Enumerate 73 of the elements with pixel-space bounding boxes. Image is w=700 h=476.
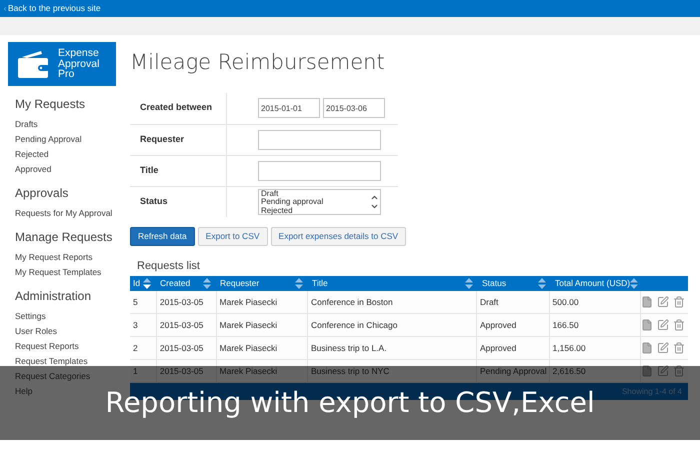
table-cell: 2,616.50 (552, 364, 586, 378)
table-cell: Approved (480, 318, 516, 332)
date-field[interactable]: 2015-03-06 (323, 98, 385, 118)
sidebar-heading: Approvals (15, 185, 70, 202)
sidebar-item[interactable]: Requests for My Approval (15, 206, 130, 221)
logo-text: Pro (58, 69, 74, 80)
sidebar-item[interactable]: Approved (15, 162, 130, 177)
table-cell: Marek Piasecki (220, 342, 278, 354)
table-cell: 500.00 (552, 296, 579, 308)
listbox-option[interactable]: Draft (261, 190, 324, 198)
table-title: Requests list (137, 258, 201, 274)
table-cell: Marek Piasecki (220, 318, 278, 332)
table-cell: Business trip to NYC (310, 364, 390, 378)
sidebar-item[interactable]: Rejected (15, 147, 130, 162)
table-cell: 3 (133, 318, 138, 332)
sidebar-item[interactable]: Drafts (15, 117, 130, 132)
table-cell: 2 (133, 342, 138, 354)
table-cell: Marek Piasecki (220, 296, 278, 308)
column-header[interactable]: Title (312, 277, 328, 290)
table-cell: Conference in Chicago (310, 318, 398, 332)
column-header[interactable]: Id (133, 277, 140, 290)
back-link[interactable]: Back to the previous site (8, 2, 101, 15)
table-cell: 1 (133, 364, 138, 378)
table-cell: Approved (480, 342, 516, 354)
table-cell: Conference in Boston (310, 296, 393, 308)
pager-summary: Showing 1-4 of 4 (622, 386, 682, 398)
back-icon (2, 6, 8, 12)
file-icon[interactable] (641, 365, 654, 377)
table-cell: 2015-03-05 (160, 364, 204, 378)
app-logo[interactable]: Expense Approval Pro (8, 42, 116, 86)
action-button[interactable]: Export expenses details to CSV (270, 226, 406, 246)
listbox-option[interactable]: Pending approval (261, 198, 324, 206)
sidebar-item[interactable]: Request Reports (15, 339, 130, 354)
table-cell: 1,156.00 (552, 342, 586, 354)
table-cell: 2015-03-05 (160, 342, 204, 354)
sidebar-heading: Administration (15, 288, 92, 305)
status-listbox[interactable]: Draft Pending approval Rejected (258, 188, 381, 214)
action-button[interactable]: Refresh data (130, 226, 195, 246)
filter-label: Status (140, 194, 168, 208)
sidebar-item[interactable]: My Request Templates (15, 265, 130, 280)
table-cell: Business trip to L.A. (310, 342, 387, 354)
table-cell: Marek Piasecki (220, 364, 278, 378)
sidebar-item[interactable]: Request Templates (15, 354, 130, 369)
sidebar-item[interactable]: Settings (15, 309, 130, 324)
table-cell: Pending Approval (480, 364, 547, 378)
wallet-icon (17, 49, 51, 79)
column-header[interactable]: Status (482, 277, 506, 290)
filter-label: Title (140, 164, 158, 177)
table-cell: 166.50 (552, 318, 579, 332)
sidebar-heading: My Requests (15, 96, 86, 113)
table-cell: 5 (133, 296, 138, 308)
column-header[interactable]: Requester (220, 277, 260, 290)
column-header[interactable]: Total Amount (USD) (555, 277, 630, 290)
filter-label: Created between (140, 101, 212, 114)
sidebar-heading: Manage Requests (15, 229, 114, 246)
table-cell: 2015-03-05 (160, 318, 204, 332)
logo-text: Approval (58, 58, 100, 70)
table-cell: 2015-03-05 (160, 296, 204, 308)
date-field[interactable]: 2015-01-01 (258, 98, 320, 118)
sidebar-item[interactable]: Pending Approval (15, 132, 130, 147)
page-title: Mileage Reimbursement (130, 49, 386, 76)
table-cell: Draft (480, 296, 498, 308)
logo-text: Expense (58, 48, 100, 59)
listbox-option[interactable]: Rejected (261, 206, 324, 215)
action-button[interactable]: Export to CSV (198, 226, 268, 246)
input-field[interactable] (258, 160, 381, 180)
sidebar-item[interactable]: User Roles (15, 324, 130, 339)
sidebar-item[interactable]: My Request Reports (15, 250, 130, 265)
delete-icon[interactable] (673, 365, 686, 377)
input-field[interactable] (258, 130, 381, 150)
filter-label: Requester (140, 132, 184, 146)
edit-icon[interactable] (657, 365, 670, 377)
column-header[interactable]: Created (160, 277, 190, 290)
